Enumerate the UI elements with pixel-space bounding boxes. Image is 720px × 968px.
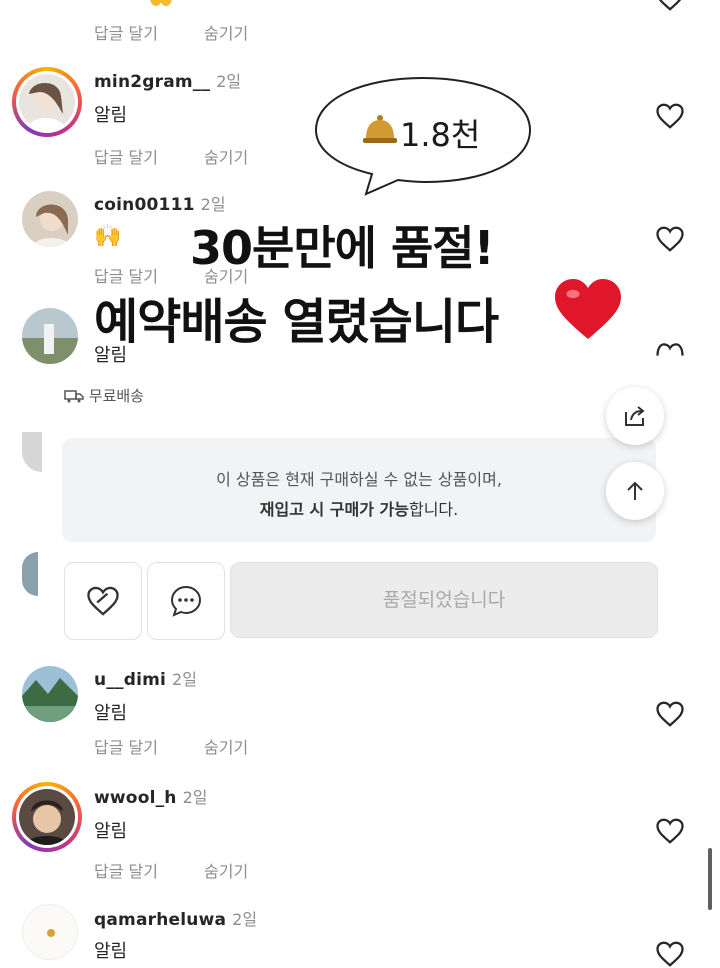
like-heart-icon[interactable] <box>655 102 685 130</box>
share-button[interactable] <box>606 387 664 445</box>
chat-icon <box>170 585 202 617</box>
like-product-button[interactable] <box>64 562 142 640</box>
comment-text: 알림 <box>94 703 128 724</box>
profile-photo-icon <box>19 74 75 130</box>
sold-out-button[interactable]: 품절되었습니다 <box>230 562 658 638</box>
like-heart-icon[interactable] <box>655 343 685 357</box>
hide-button[interactable]: 숨기기 <box>204 144 248 168</box>
avatar[interactable] <box>19 74 75 130</box>
bell-icon <box>363 115 397 143</box>
free-shipping-label: 무료배송 <box>64 385 144 406</box>
timestamp: 2일 <box>216 72 242 91</box>
truck-icon <box>64 390 84 403</box>
username[interactable]: wwool_h <box>94 788 177 808</box>
avatar[interactable] <box>19 789 75 845</box>
free-shipping-text: 무료배송 <box>88 387 144 405</box>
comment-text: 알림 <box>94 105 128 126</box>
timestamp: 2일 <box>172 670 197 689</box>
avatar[interactable] <box>22 308 78 364</box>
like-heart-icon[interactable] <box>655 0 685 12</box>
share-icon <box>625 406 645 426</box>
avatar-partial <box>22 552 38 596</box>
hide-button[interactable]: 숨기기 <box>204 734 248 758</box>
unavailable-notice: 이 상품은 현재 구매하실 수 없는 상품이며, 재입고 시 구매가 가능합니다… <box>62 438 656 542</box>
reply-button[interactable]: 답글 달기 <box>94 20 158 44</box>
bubble-count: 1.8천 <box>400 116 481 154</box>
like-heart-icon[interactable] <box>655 817 685 845</box>
scrollbar[interactable] <box>708 848 712 910</box>
like-heart-icon[interactable] <box>655 700 685 728</box>
chat-button[interactable] <box>147 562 225 640</box>
reply-button[interactable]: 답글 달기 <box>94 734 158 758</box>
raised-hands-emoji-icon <box>150 0 172 6</box>
reply-button[interactable]: 답글 달기 <box>94 144 158 168</box>
red-heart-emoji-icon <box>555 279 621 339</box>
notice-line-1: 이 상품은 현재 구매하실 수 없는 상품이며, <box>216 470 502 489</box>
profile-photo-icon <box>22 191 78 247</box>
profile-photo-icon <box>19 789 75 845</box>
avatar[interactable] <box>22 191 78 247</box>
timestamp: 2일 <box>232 910 258 929</box>
notice-emphasis: 재입고 시 구매가 가능 <box>259 500 409 519</box>
comment-text: 🙌 <box>94 224 122 249</box>
heart-icon <box>87 586 119 616</box>
arrow-up-icon <box>627 481 643 500</box>
profile-photo-icon <box>22 308 78 364</box>
like-heart-icon[interactable] <box>655 225 685 253</box>
comment-text: 알림 <box>94 821 128 842</box>
overlay-subheadline: 예약배송 열렸습니다 <box>94 294 499 350</box>
avatar[interactable] <box>22 666 78 722</box>
username[interactable]: qamarheluwa <box>94 910 226 930</box>
notice-rest: 합니다. <box>408 500 459 519</box>
hide-button[interactable]: 숨기기 <box>204 858 248 882</box>
comment-text: 알림 <box>94 941 128 962</box>
timestamp: 2일 <box>182 788 208 807</box>
like-heart-icon[interactable] <box>655 940 685 968</box>
scroll-top-button[interactable] <box>606 462 664 520</box>
username[interactable]: u__dimi <box>94 670 166 690</box>
notice-line-2: 재입고 시 구매가 가능합니다. <box>62 496 656 520</box>
username[interactable]: min2gram__ <box>94 72 210 92</box>
profile-photo-icon <box>47 929 55 937</box>
reply-button[interactable]: 답글 달기 <box>94 858 158 882</box>
username[interactable]: coin00111 <box>94 195 195 215</box>
avatar-partial <box>22 432 42 472</box>
overlay-headline: 30분만에 품절! <box>190 221 495 275</box>
avatar[interactable] <box>22 904 78 960</box>
hide-button[interactable]: 숨기기 <box>204 20 248 44</box>
profile-photo-icon <box>22 666 78 722</box>
